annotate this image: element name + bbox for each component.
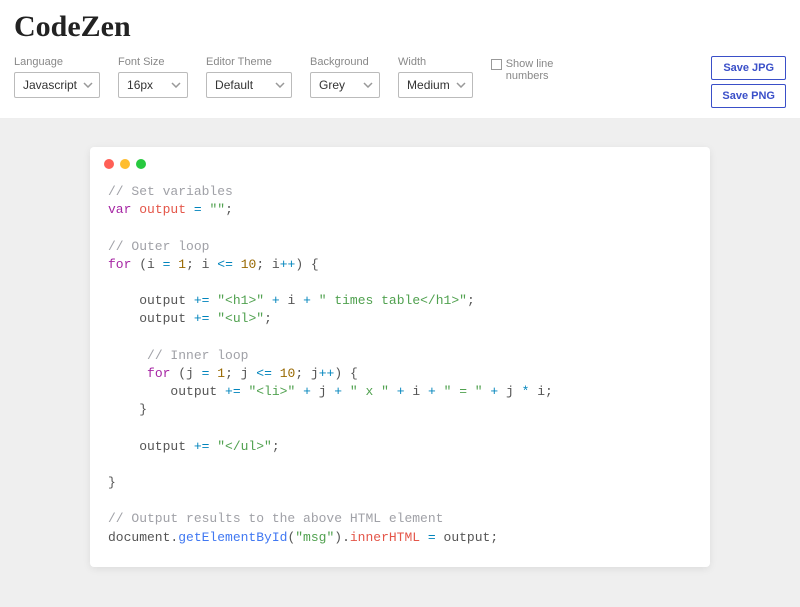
- width-label: Width: [398, 56, 473, 68]
- fontsize-select[interactable]: 16px: [118, 72, 188, 98]
- code-editor[interactable]: // Set variablesvar output = ""; // Oute…: [90, 177, 710, 553]
- fontsize-label: Font Size: [118, 56, 188, 68]
- minimize-dot-icon: [120, 159, 130, 169]
- fontsize-control: Font Size 16px: [118, 56, 188, 98]
- theme-value: Default: [215, 78, 253, 92]
- fontsize-value: 16px: [127, 78, 153, 92]
- chevron-down-icon: [363, 82, 373, 88]
- toolbar: Language Javascript Font Size 16px Edito…: [0, 50, 800, 119]
- close-dot-icon: [104, 159, 114, 169]
- chevron-down-icon: [83, 82, 93, 88]
- background-value: Grey: [319, 78, 345, 92]
- window-traffic-lights: [90, 147, 710, 177]
- language-value: Javascript: [23, 78, 77, 92]
- show-line-numbers-label: Show line numbers: [506, 58, 561, 82]
- export-buttons: Save JPG Save PNG: [711, 56, 786, 108]
- language-label: Language: [14, 56, 100, 68]
- language-control: Language Javascript: [14, 56, 100, 98]
- editor-stage: // Set variablesvar output = ""; // Oute…: [0, 119, 800, 607]
- theme-select[interactable]: Default: [206, 72, 292, 98]
- code-window: // Set variablesvar output = ""; // Oute…: [90, 147, 710, 567]
- save-png-button[interactable]: Save PNG: [711, 84, 786, 108]
- background-control: Background Grey: [310, 56, 380, 98]
- theme-label: Editor Theme: [206, 56, 292, 68]
- chevron-down-icon: [456, 82, 466, 88]
- width-select[interactable]: Medium: [398, 72, 473, 98]
- zoom-dot-icon: [136, 159, 146, 169]
- background-label: Background: [310, 56, 380, 68]
- checkbox-icon[interactable]: [491, 59, 502, 70]
- app-title: CodeZen: [14, 10, 786, 44]
- chevron-down-icon: [275, 82, 285, 88]
- save-jpg-button[interactable]: Save JPG: [711, 56, 786, 80]
- background-select[interactable]: Grey: [310, 72, 380, 98]
- width-value: Medium: [407, 78, 450, 92]
- chevron-down-icon: [171, 82, 181, 88]
- theme-control: Editor Theme Default: [206, 56, 292, 98]
- language-select[interactable]: Javascript: [14, 72, 100, 98]
- show-line-numbers-control[interactable]: Show line numbers: [491, 58, 561, 82]
- width-control: Width Medium: [398, 56, 473, 98]
